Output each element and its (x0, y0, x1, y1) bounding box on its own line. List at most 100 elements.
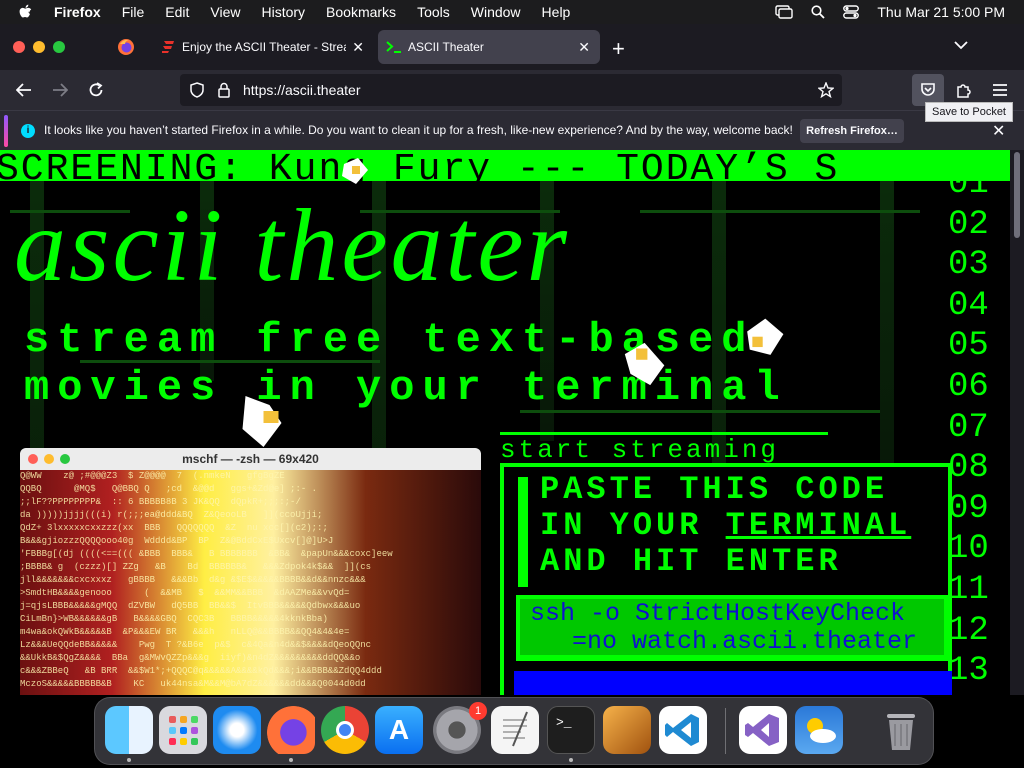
menu-bookmarks[interactable]: Bookmarks (326, 4, 396, 20)
terminal-title-bar[interactable]: mschf — -zsh — 69x420 (20, 448, 481, 470)
control-center-icon[interactable] (843, 5, 860, 19)
ssh-command-field[interactable]: ssh -o StrictHostKeyCheck =no watch.asci… (520, 599, 944, 656)
extensions-button[interactable] (952, 78, 976, 102)
menu-edit[interactable]: Edit (165, 4, 189, 20)
weather-icon[interactable] (795, 706, 843, 754)
cursor-bar (518, 477, 528, 587)
instructions-inner: PASTE THIS CODE IN YOUR TERMINAL AND HIT… (504, 467, 952, 695)
refresh-notification-bar: i It looks like you haven’t started Fire… (0, 110, 1024, 151)
scrollbar-thumb[interactable] (1014, 152, 1020, 238)
line-number: 13 (948, 652, 989, 691)
rain-column (880, 181, 894, 481)
terminal-title: mschf — -zsh — 69x420 (182, 452, 319, 466)
ssh-command-line-1[interactable]: ssh -o StrictHostKeyCheck (530, 599, 905, 628)
apple-icon[interactable] (18, 4, 32, 20)
rain-dash (640, 210, 920, 213)
app-menu-button[interactable] (988, 78, 1012, 102)
close-tab-icon[interactable]: ✕ (578, 39, 590, 56)
pinned-firefox-tab[interactable] (104, 32, 148, 62)
reload-icon (89, 82, 103, 97)
back-button[interactable] (12, 78, 36, 102)
popcorn-icon (342, 158, 368, 184)
reload-button[interactable] (84, 78, 108, 102)
tab-bar: Enjoy the ASCII Theater - Strea ✕ ASCII … (0, 24, 1024, 70)
forward-button[interactable] (48, 78, 72, 102)
line-number: 11 (948, 570, 989, 609)
spotlight-search-icon[interactable] (811, 5, 826, 19)
running-indicator (127, 758, 131, 762)
url-text[interactable]: https://ascii.theater (243, 82, 361, 98)
ascii-art-text: Q@WW z@ ;#@@@Z3 $ Z@@@@ 7 (.nmkeN gfgBgZ… (20, 471, 393, 689)
firefox-icon[interactable] (267, 706, 315, 754)
popcorn-icon (624, 342, 665, 386)
tab-title: ASCII Theater (408, 40, 484, 54)
line-number: 02 (948, 205, 989, 244)
launchpad-icon[interactable] (159, 706, 207, 754)
line-number: 03 (948, 246, 989, 285)
ssh-command-box[interactable]: ssh -o StrictHostKeyCheck =no watch.asci… (516, 595, 952, 661)
dock-separator (725, 708, 726, 754)
close-notification-icon[interactable]: ✕ (992, 121, 1005, 141)
finder-icon[interactable] (105, 706, 153, 754)
terminal-word: TERMINAL (725, 507, 912, 544)
menu-help[interactable]: Help (542, 4, 571, 20)
popcorn-icon (242, 396, 282, 447)
visual-studio-icon[interactable] (739, 706, 787, 754)
navigation-toolbar: https://ascii.theater (0, 70, 1024, 110)
terminal-window[interactable]: mschf — -zsh — 69x420 Q@WW z@ ;#@@@Z3 $ … (20, 448, 481, 695)
refresh-firefox-button[interactable]: Refresh Firefox… (800, 119, 904, 143)
copy-button-area[interactable] (514, 671, 952, 695)
ssh-command-line-2[interactable]: =no watch.ascii.theater (572, 627, 917, 656)
notification-accent (4, 115, 8, 147)
close-tab-icon[interactable]: ✕ (352, 39, 364, 56)
url-bar[interactable]: https://ascii.theater (180, 74, 842, 106)
garageband-icon[interactable] (603, 706, 651, 754)
menu-window[interactable]: Window (471, 4, 521, 20)
lock-icon[interactable] (218, 82, 230, 98)
new-tab-icon[interactable]: + (612, 36, 625, 62)
line-number: 07 (948, 408, 989, 447)
zoom-window-button[interactable] (53, 41, 65, 53)
line-number: 06 (948, 367, 989, 406)
app-store-icon[interactable]: A (375, 706, 423, 754)
hero-title: ascii theater (14, 188, 571, 303)
instruction-text: IN YOUR (540, 507, 726, 544)
line-number: 12 (948, 611, 989, 650)
dock: A 1 >_ (94, 697, 934, 765)
vscode-icon[interactable] (659, 706, 707, 754)
hamburger-menu-icon (993, 84, 1007, 96)
tagline-line-2: movies in your terminal (24, 364, 788, 412)
tab-ascii-theater[interactable]: ASCII Theater ✕ (378, 30, 600, 64)
running-indicator (569, 758, 573, 762)
arrow-left-icon (16, 83, 31, 97)
chevron-down-icon[interactable] (954, 40, 968, 50)
minimize-window-button[interactable] (33, 41, 45, 53)
instructions-panel: PASTE THIS CODE IN YOUR TERMINAL AND HIT… (500, 463, 952, 695)
line-number: 04 (948, 286, 989, 325)
line-number: 08 (948, 449, 989, 488)
mschf-favicon-icon (162, 41, 174, 53)
menu-app-name[interactable]: Firefox (54, 4, 101, 20)
screen-mirroring-icon[interactable] (775, 5, 794, 19)
star-bookmark-icon[interactable] (818, 82, 834, 98)
menu-tools[interactable]: Tools (417, 4, 450, 20)
page-scrollbar[interactable] (1010, 150, 1024, 695)
line-numbers: 01 02 03 04 05 06 07 08 09 10 11 12 13 (948, 164, 989, 692)
menu-file[interactable]: File (122, 4, 145, 20)
line-number: 01 (948, 165, 989, 203)
tab-enjoy-ascii-theater[interactable]: Enjoy the ASCII Theater - Strea ✕ (152, 30, 374, 64)
terminal-app-icon[interactable]: >_ (547, 706, 595, 754)
menu-view[interactable]: View (210, 4, 240, 20)
close-window-button[interactable] (13, 41, 25, 53)
textedit-icon[interactable] (491, 706, 539, 754)
popcorn-icon (747, 318, 784, 355)
shield-icon[interactable] (190, 82, 204, 98)
safari-icon[interactable] (213, 706, 261, 754)
trash-icon[interactable] (877, 706, 925, 754)
menu-clock[interactable]: Thu Mar 21 5:00 PM (877, 4, 1005, 20)
line-number: 10 (948, 530, 989, 569)
pocket-icon (921, 83, 935, 96)
chrome-icon[interactable] (321, 706, 369, 754)
menu-history[interactable]: History (261, 4, 305, 20)
start-streaming-heading: start streaming (500, 432, 828, 465)
